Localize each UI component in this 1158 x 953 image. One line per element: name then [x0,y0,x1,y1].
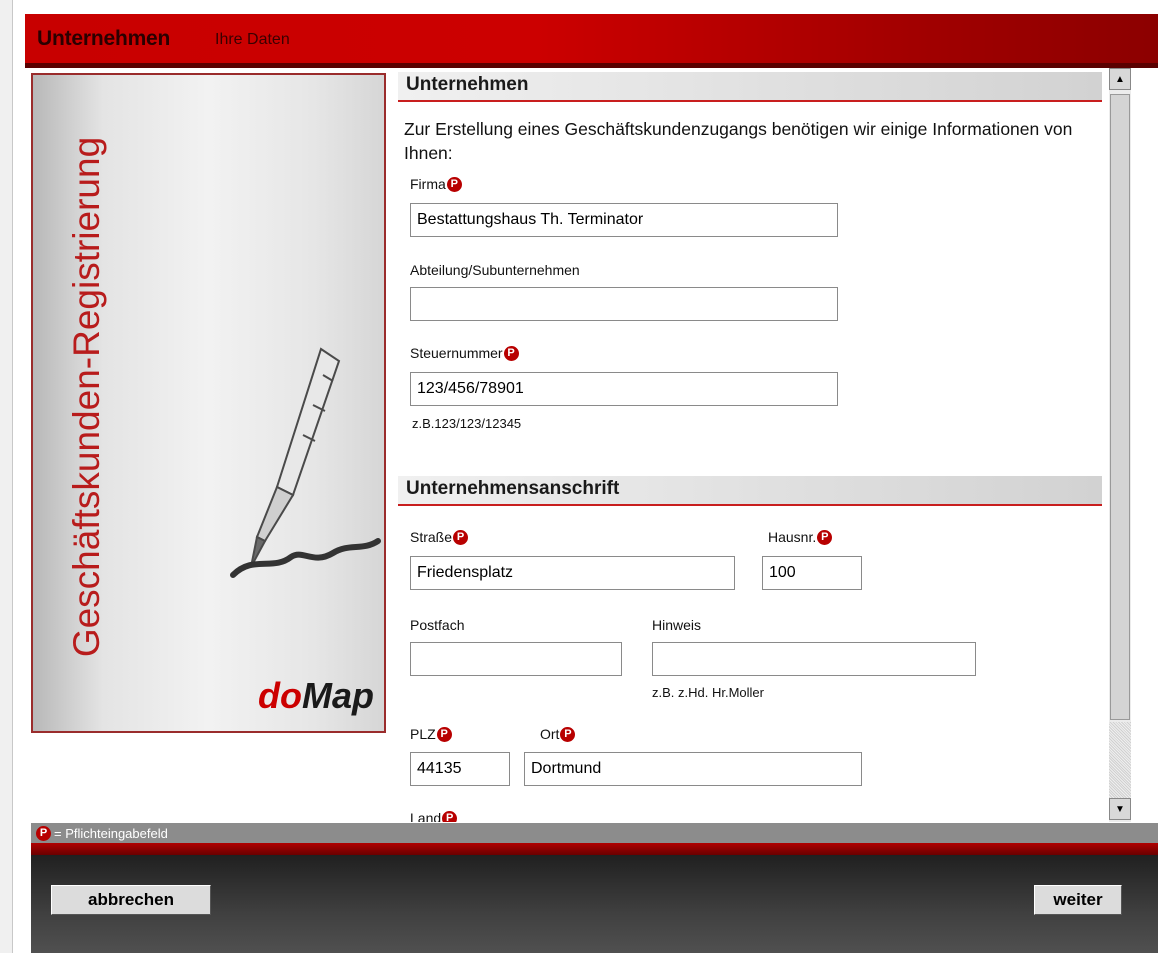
ort-label: Ort P [540,726,576,742]
required-icon: P [36,825,51,841]
required-legend: P = Pflichteingabefeld [31,823,1158,843]
label-text: Firma [410,176,446,192]
abteilung-input[interactable] [410,287,838,321]
header-bar [25,14,1158,68]
legend-text: = Pflichteingabefeld [54,825,168,841]
label-text: Hausnr. [768,529,817,545]
required-icon: P [817,529,833,545]
strasse-input[interactable] [410,556,735,590]
required-icon: P [436,726,452,742]
label-text: Land [410,810,442,822]
header: Unternehmen Ihre Daten [13,0,1158,68]
hausnr-input[interactable] [762,556,862,590]
scroll-down-icon[interactable]: ▼ [1109,798,1131,820]
steuer-input[interactable] [410,372,838,406]
hinweis-input[interactable] [652,642,976,676]
plz-label: PLZ P [410,726,452,742]
required-icon: P [503,345,519,361]
cancel-button[interactable]: abbrechen [51,885,211,915]
label-text: Steuernummer [410,345,503,361]
firma-input[interactable] [410,203,838,237]
page-title: Unternehmen [37,27,171,50]
section-title: Unternehmen [406,74,529,95]
page-subtitle: Ihre Daten [215,31,290,48]
hinweis-hint: z.B. z.Hd. Hr.Moller [652,685,764,700]
plz-input[interactable] [410,752,510,786]
postfach-input[interactable] [410,642,622,676]
sidebar-panel: Geschäftskunden-Registrierung doMap [31,73,386,733]
firma-label: Firma P [410,176,462,192]
steuer-label: Steuernummer P [410,345,519,361]
required-icon: P [560,726,576,742]
abteilung-label: Abteilung/Subunternehmen [410,262,580,278]
section-header-company: Unternehmen [398,72,1102,102]
form-content: Unternehmen Zur Erstellung eines Geschäf… [398,72,1102,822]
section-header-address: Unternehmensanschrift [398,476,1102,506]
label-text: Ort [540,726,560,742]
footer-bar: abbrechen weiter [31,855,1158,953]
land-label: Land P [410,810,458,822]
section-title: Unternehmensanschrift [406,478,620,499]
domap-logo: doMap [258,675,374,716]
postfach-label: Postfach [410,617,465,633]
label-text: Straße [410,529,453,545]
scroll-thumb[interactable] [1110,94,1130,720]
label-text: PLZ [410,726,436,742]
app-window: Unternehmen Ihre Daten Geschäftskunden-R… [12,0,1158,953]
scroll-up-icon[interactable]: ▲ [1109,68,1131,90]
vertical-scrollbar[interactable]: ▲ ▼ [1109,68,1131,822]
next-button[interactable]: weiter [1034,885,1122,915]
strasse-label: Straße P [410,529,469,545]
hausnr-label: Hausnr. P [768,529,833,545]
scroll-track[interactable] [1109,722,1131,798]
steuer-hint: z.B.123/123/12345 [412,416,522,431]
required-icon: P [453,529,469,545]
required-icon: P [446,176,462,192]
required-icon: P [442,810,458,822]
sidebar-title: Geschäftskunden-Registrierung [66,136,107,658]
pen-icon [230,347,381,578]
hinweis-label: Hinweis [652,617,702,633]
divider [31,843,1158,855]
ort-input[interactable] [524,752,862,786]
intro-text: Zur Erstellung eines Geschäftskundenzuga… [404,119,1073,163]
